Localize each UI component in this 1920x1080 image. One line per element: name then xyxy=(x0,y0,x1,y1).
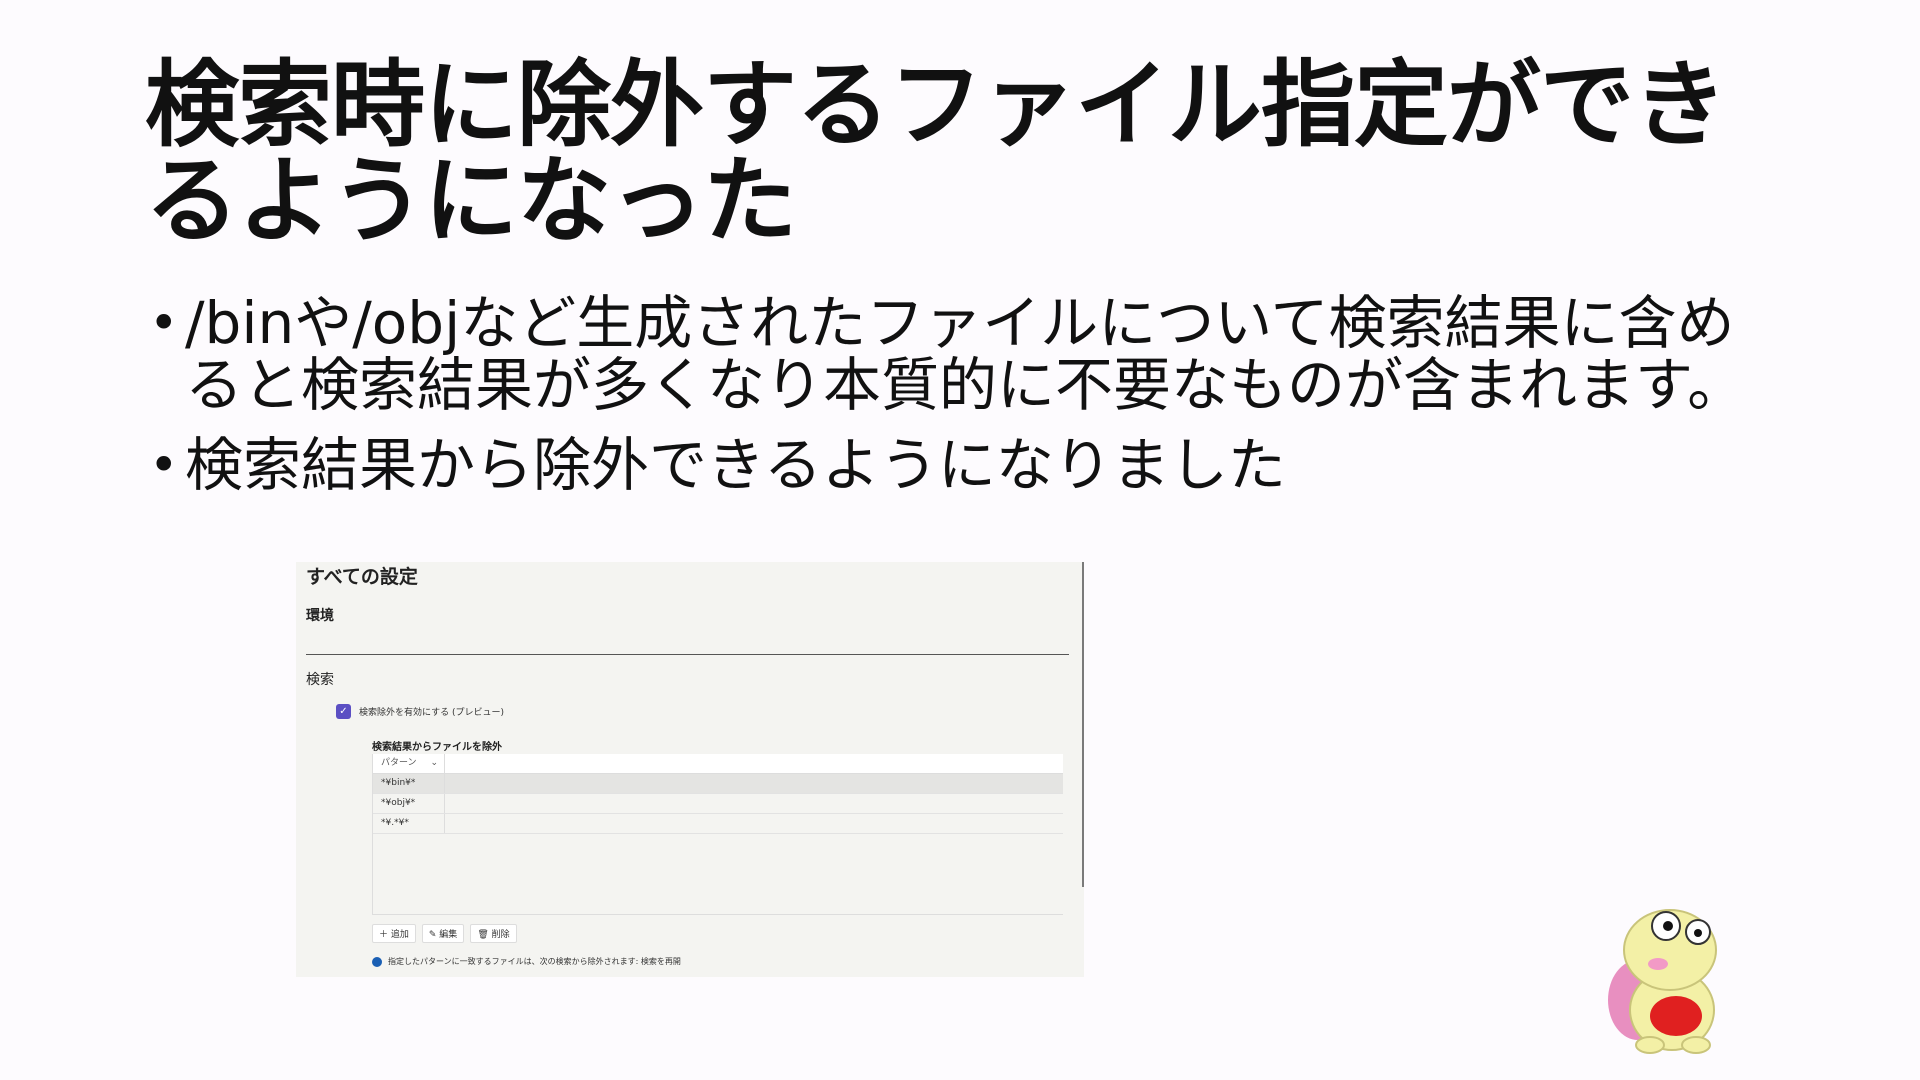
info-message: 指定したパターンに一致するファイルは、次の検索から除外されます: 検索を再開 xyxy=(372,956,681,967)
bullet-item: •/binや/objなど生成されたファイルについて検索結果に含めると検索結果が多… xyxy=(145,292,1785,416)
bullet-dot-icon: • xyxy=(149,436,179,494)
panel-border xyxy=(1082,562,1084,887)
turtle-mascot-icon xyxy=(1608,909,1717,1054)
bullet-text: 検索結果から除外できるようになりました xyxy=(185,431,1286,499)
bullet-item: • 検索結果から除外できるようになりました xyxy=(145,434,1785,496)
chevron-down-icon: ⌄ xyxy=(430,758,438,768)
table-row[interactable]: *¥bin¥* xyxy=(373,774,1063,794)
bullet-text: /binや/objなど生成されたファイルについて検索結果に含めると検索結果が多く… xyxy=(185,289,1746,419)
trash-icon: 🗑 xyxy=(477,930,492,940)
pattern-toolbar: ＋ 追加 ✎ 編集 🗑 削除 xyxy=(372,924,517,943)
pattern-cell: *¥obj¥* xyxy=(373,794,445,813)
add-button[interactable]: ＋ 追加 xyxy=(372,924,416,943)
table-row[interactable]: *¥obj¥* xyxy=(373,794,1063,814)
bullet-list: •/binや/objなど生成されたファイルについて検索結果に含めると検索結果が多… xyxy=(145,292,1785,514)
section-search[interactable]: 検索 xyxy=(306,669,334,689)
info-icon xyxy=(372,956,382,967)
pattern-cell: *¥bin¥* xyxy=(373,774,445,793)
checkbox-label: 検索除外を有効にする (プレビュー) xyxy=(359,708,504,718)
pattern-cell: *¥.*¥* xyxy=(373,814,445,833)
settings-screenshot: すべての設定 環境 検索 ✓ 検索除外を有効にする (プレビュー) 検索結果から… xyxy=(296,562,1084,977)
slide-title: 検索時に除外するファイル指定ができるようになった xyxy=(145,51,1727,256)
table-header[interactable]: パターン ⌄ xyxy=(373,754,1063,774)
edit-button[interactable]: ✎ 編集 xyxy=(421,924,465,943)
section-environment[interactable]: 環境 xyxy=(306,605,334,625)
plus-icon: ＋ xyxy=(379,930,391,940)
bullet-dot-icon: • xyxy=(149,294,179,352)
pattern-column-header[interactable]: パターン ⌄ xyxy=(373,754,445,773)
search-exclusion-option[interactable]: ✓ 検索除外を有効にする (プレビュー) xyxy=(336,704,504,719)
checkbox-checked-icon[interactable]: ✓ xyxy=(336,704,351,719)
section-divider xyxy=(306,654,1069,655)
settings-title: すべての設定 xyxy=(306,566,418,588)
pattern-table: パターン ⌄ *¥bin¥* *¥obj¥* *¥.*¥* xyxy=(372,754,1063,915)
pencil-icon: ✎ xyxy=(428,930,440,940)
delete-button[interactable]: 🗑 削除 xyxy=(470,924,517,943)
table-row[interactable]: *¥.*¥* xyxy=(373,814,1063,834)
exclude-files-heading: 検索結果からファイルを除外 xyxy=(372,742,502,753)
